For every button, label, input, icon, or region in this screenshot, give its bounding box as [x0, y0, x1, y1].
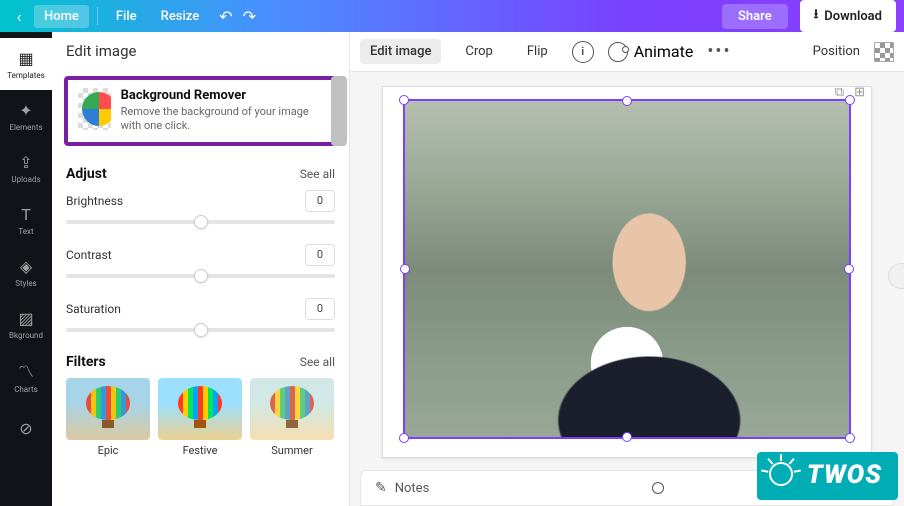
twos-text: TWOS: [807, 460, 882, 490]
filters-section-title: Filters: [66, 354, 106, 370]
brightness-label: Brightness: [66, 194, 123, 208]
resize-handle-tm[interactable]: [622, 96, 632, 106]
lightbulb-icon: [767, 458, 797, 492]
resize-handle-tl[interactable]: [399, 95, 409, 105]
home-button[interactable]: Home: [34, 5, 89, 28]
charts-icon: 〽: [18, 358, 34, 382]
canvas-page[interactable]: ⧉ ⊞: [382, 86, 872, 458]
contrast-value[interactable]: 0: [305, 244, 335, 266]
share-button[interactable]: Share: [722, 4, 788, 29]
resize-handle-tr[interactable]: [845, 95, 855, 105]
filters-see-all[interactable]: See all: [300, 355, 335, 369]
context-toolbar: Edit image Crop Flip i Animate ••• Posit…: [350, 32, 904, 72]
download-icon: ⭳: [814, 5, 819, 27]
resize-handle-bl[interactable]: [399, 433, 409, 443]
filter-epic[interactable]: Epic: [66, 378, 150, 457]
sidebar-item-background[interactable]: ▨Bkground: [0, 298, 52, 350]
adjust-see-all[interactable]: See all: [300, 167, 335, 181]
resize-handle-br[interactable]: [845, 433, 855, 443]
edit-image-button[interactable]: Edit image: [360, 39, 441, 64]
download-button[interactable]: ⭳ Download: [800, 0, 896, 32]
background-icon: ▨: [18, 309, 33, 328]
sidebar-item-text[interactable]: TText: [0, 194, 52, 246]
photo-content: [405, 101, 849, 437]
saturation-value[interactable]: 0: [305, 298, 335, 320]
notes-label: Notes: [395, 481, 430, 496]
sidebar-item-charts[interactable]: 〽Charts: [0, 350, 52, 402]
position-button[interactable]: Position: [813, 44, 860, 59]
contrast-label: Contrast: [66, 248, 112, 262]
flip-button[interactable]: Flip: [517, 39, 558, 64]
bg-remover-title: Background Remover: [121, 88, 323, 103]
text-icon: T: [21, 205, 31, 224]
saturation-label: Saturation: [66, 302, 121, 316]
filter-festive[interactable]: Festive: [158, 378, 242, 457]
contrast-slider[interactable]: [66, 274, 335, 278]
duplicate-page-icon[interactable]: ⧉: [835, 85, 844, 100]
contrast-knob[interactable]: [194, 269, 208, 283]
redo-icon[interactable]: ↷: [243, 7, 256, 26]
animate-icon: [608, 42, 628, 62]
sidebar-item-uploads[interactable]: ⇪Uploads: [0, 142, 52, 194]
panel-title: Edit image: [52, 32, 349, 70]
back-icon[interactable]: ‹: [8, 5, 30, 27]
animate-button[interactable]: Animate: [608, 42, 694, 62]
more-icon[interactable]: •••: [707, 41, 731, 62]
sidebar-item-elements[interactable]: ✦Elements: [0, 90, 52, 142]
resize-button[interactable]: Resize: [151, 5, 210, 28]
uploads-icon: ⇪: [19, 153, 32, 172]
bg-remover-desc: Remove the background of your image with…: [121, 105, 323, 134]
undo-icon[interactable]: ↶: [219, 7, 232, 26]
canvas-stage[interactable]: ⧉ ⊞ ✎ Notes: [350, 72, 904, 506]
twos-badge: TWOS: [757, 452, 898, 500]
canvas-area: Edit image Crop Flip i Animate ••• Posit…: [350, 32, 904, 506]
resize-handle-ml[interactable]: [400, 264, 410, 274]
saturation-knob[interactable]: [194, 323, 208, 337]
page-indicator[interactable]: [652, 482, 664, 494]
brightness-knob[interactable]: [194, 215, 208, 229]
filter-summer[interactable]: Summer: [250, 378, 334, 457]
resize-handle-mr[interactable]: [844, 264, 854, 274]
transparency-icon[interactable]: [874, 42, 894, 62]
bg-remover-thumb: [78, 88, 111, 130]
edit-image-panel: Edit image Background Remover Remove the…: [52, 32, 350, 506]
crop-button[interactable]: Crop: [455, 39, 502, 64]
info-icon[interactable]: i: [572, 41, 594, 63]
sidebar: ▦Templates ✦Elements ⇪Uploads TText ◈Sty…: [0, 32, 52, 506]
add-page-icon[interactable]: ⊞: [854, 85, 865, 100]
top-bar: ‹ Home File Resize ↶ ↷ Share ⭳ Download: [0, 0, 904, 32]
sidebar-item-more[interactable]: ⊘: [0, 402, 52, 454]
elements-icon: ✦: [19, 101, 32, 120]
notes-icon: ✎: [375, 480, 387, 496]
resize-handle-bm[interactable]: [622, 432, 632, 442]
saturation-slider[interactable]: [66, 328, 335, 332]
selected-image[interactable]: [403, 99, 851, 439]
templates-icon: ▦: [18, 49, 33, 68]
sidebar-item-templates[interactable]: ▦Templates: [0, 38, 52, 90]
brightness-slider[interactable]: [66, 220, 335, 224]
panel-scrollbar[interactable]: [331, 76, 347, 146]
download-label: Download: [824, 9, 882, 24]
divider: [97, 7, 98, 25]
brightness-value[interactable]: 0: [305, 190, 335, 212]
adjust-section-title: Adjust: [66, 166, 107, 182]
background-remover-button[interactable]: Background Remover Remove the background…: [64, 76, 337, 146]
file-button[interactable]: File: [106, 5, 147, 28]
co2-icon: ⊘: [19, 419, 32, 438]
sidebar-item-styles[interactable]: ◈Styles: [0, 246, 52, 298]
side-handle-icon[interactable]: [888, 263, 904, 289]
styles-icon: ◈: [20, 257, 32, 276]
